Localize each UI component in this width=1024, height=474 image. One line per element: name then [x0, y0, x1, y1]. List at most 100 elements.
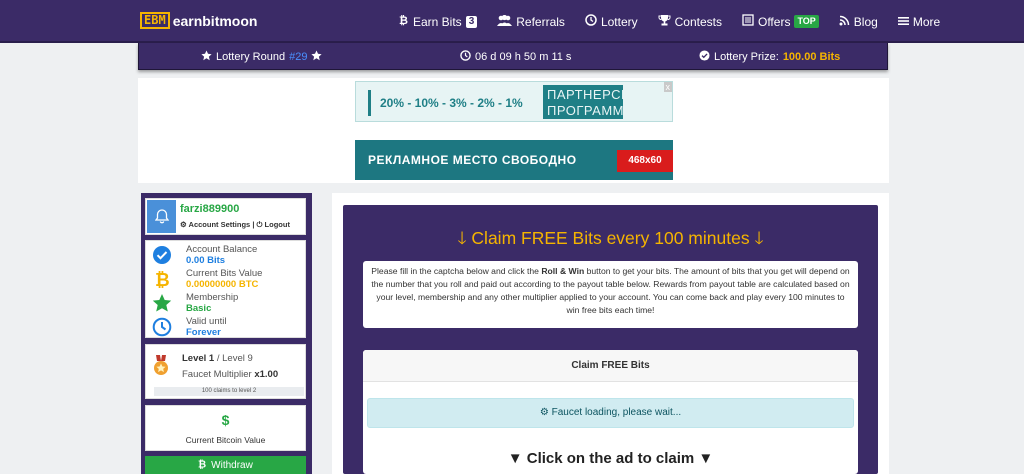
- bitcoin-icon: ₿: [198, 458, 207, 472]
- faucet-description: Please fill in the captcha below and cli…: [363, 261, 858, 328]
- nav-more[interactable]: More: [897, 14, 941, 29]
- multiplier-label: Faucet Multiplier: [182, 369, 252, 380]
- power-icon: ⏻: [256, 220, 263, 229]
- ad-close-icon[interactable]: x: [663, 82, 672, 92]
- medal-icon: [152, 355, 170, 382]
- account-settings-link[interactable]: Account Settings: [189, 220, 251, 229]
- stat-label: Account Balance: [186, 244, 258, 255]
- top-navbar: EBM earnbitmoon ₿ Earn Bits 3 Referrals …: [0, 0, 1024, 43]
- trophy-icon: [658, 14, 671, 29]
- nav-lottery-label: Lottery: [600, 14, 638, 29]
- level-max: / Level 9: [216, 353, 253, 364]
- logo-mark: EBM: [140, 12, 170, 29]
- nav-blog-label: Blog: [853, 14, 878, 29]
- banner-size-label: 468x60: [617, 150, 673, 172]
- claim-card-header: Claim FREE Bits: [363, 350, 858, 382]
- nav-more-label: More: [912, 14, 941, 29]
- clock-icon: [152, 317, 172, 337]
- nav-lottery[interactable]: Lottery: [585, 14, 638, 29]
- rss-icon: [839, 15, 850, 29]
- site-logo[interactable]: EBM earnbitmoon: [140, 12, 257, 29]
- multiplier-value: x1.00: [254, 369, 279, 380]
- main-nav: ₿ Earn Bits 3 Referrals Lottery Contests: [398, 14, 960, 29]
- account-stats-card: Account Balance 0.00 Bits ₿ Current Bits…: [145, 240, 306, 338]
- faucet-loading-text: Faucet loading, please wait...: [551, 407, 682, 418]
- lottery-bar: Lottery Round #29 06 d 09 h 50 m 11 s Lo…: [138, 43, 888, 70]
- lottery-round-number: #29: [289, 51, 308, 63]
- svg-text:₿: ₿: [198, 459, 206, 470]
- nav-referrals[interactable]: Referrals: [497, 14, 565, 29]
- nav-contests-label: Contests: [674, 14, 722, 29]
- stat-label: Membership: [186, 292, 239, 303]
- lottery-prize: Lottery Prize: 100.00 Bits: [699, 50, 840, 64]
- faucet-panel: 🡓 Claim FREE Bits every 100 minutes 🡓 Pl…: [343, 205, 878, 474]
- withdraw-button[interactable]: ₿ Withdraw: [145, 456, 306, 474]
- dollar-icon: $: [221, 412, 230, 428]
- lottery-round[interactable]: Lottery Round #29: [201, 50, 323, 64]
- stat-membership: Membership Basic: [150, 292, 305, 314]
- users-icon: [497, 14, 513, 29]
- bitcoin-icon: ₿: [152, 269, 172, 291]
- svg-text:₿: ₿: [399, 14, 408, 26]
- account-links: ⚙ Account Settings | ⏻ Logout: [180, 220, 290, 230]
- svg-text:₿: ₿: [155, 270, 170, 289]
- stat-value: Basic: [186, 303, 212, 314]
- logo-text: earnbitmoon: [172, 12, 258, 29]
- lottery-round-label: Lottery Round: [216, 51, 286, 63]
- clock-icon: [585, 14, 597, 29]
- bitcoin-icon: ₿: [398, 14, 409, 29]
- faucet-loading-alert: ⚙ Faucet loading, please wait...: [367, 398, 854, 428]
- banner-accent-bar: [368, 90, 371, 116]
- stat-value: 0.00000000 BTC: [186, 279, 259, 290]
- stat-valid-until: Valid until Forever: [150, 316, 305, 338]
- star-icon: [201, 50, 212, 64]
- stat-label: Current Bits Value: [186, 268, 263, 279]
- ad-banner-partner[interactable]: 20% - 10% - 3% - 2% - 1% ПАРТНЕРСКАЯ ПРО…: [355, 81, 673, 122]
- level-line: Level 1 / Level 9: [182, 353, 253, 364]
- star-icon: [311, 50, 323, 64]
- ad-banner-free-slot[interactable]: РЕКЛАМНОЕ МЕСТО СВОБОДНО 468x60: [355, 140, 673, 180]
- sidebar: farzi889900 ⚙ Account Settings | ⏻ Logou…: [141, 193, 312, 474]
- hamburger-icon: [897, 15, 909, 29]
- check-circle-icon: [152, 245, 172, 265]
- bitcoin-value-label: Current Bitcoin Value: [185, 435, 266, 445]
- desc-roll-win: Roll & Win: [541, 266, 585, 276]
- multiplier-line: Faucet Multiplier x1.00: [182, 369, 278, 380]
- arrow-down-icon: 🡓: [457, 228, 467, 248]
- clock-icon: [460, 50, 471, 64]
- stat-label: Valid until: [186, 316, 227, 327]
- link-separator: |: [252, 220, 255, 229]
- username[interactable]: farzi889900: [180, 203, 239, 215]
- banner-partner-tag: ПАРТНЕРСКАЯ ПРОГРАММА: [543, 85, 623, 119]
- bell-icon[interactable]: [147, 200, 176, 233]
- stat-value: Forever: [186, 327, 221, 338]
- offers-top-badge: TOP: [794, 15, 819, 28]
- lottery-prize-value: 100.00 Bits: [782, 51, 841, 63]
- lottery-prize-label: Lottery Prize:: [714, 51, 779, 63]
- nav-referrals-label: Referrals: [516, 14, 565, 29]
- stat-value: 0.00 Bits: [186, 255, 226, 266]
- nav-contests[interactable]: Contests: [658, 14, 722, 29]
- star-icon: [152, 293, 172, 313]
- lottery-timer: 06 d 09 h 50 m 11 s: [460, 50, 571, 64]
- bitcoin-value-card: $ Current Bitcoin Value: [145, 405, 306, 451]
- nav-offers[interactable]: Offers TOP: [742, 14, 819, 29]
- user-card: farzi889900 ⚙ Account Settings | ⏻ Logou…: [145, 198, 306, 235]
- nav-earn-bits[interactable]: ₿ Earn Bits 3: [398, 14, 478, 29]
- arrow-down-icon: 🡓: [754, 228, 764, 248]
- offers-icon: [742, 14, 754, 29]
- level-current: Level 1: [182, 353, 215, 364]
- banner-free-slot-text: РЕКЛАМНОЕ МЕСТО СВОБОДНО: [368, 153, 577, 167]
- check-circle-icon: [699, 50, 710, 64]
- banner-percent-text: 20% - 10% - 3% - 2% - 1%: [380, 96, 523, 110]
- claim-title: 🡓 Claim FREE Bits every 100 minutes 🡓: [343, 226, 878, 256]
- nav-earn-bits-label: Earn Bits: [413, 14, 462, 29]
- nav-blog[interactable]: Blog: [839, 14, 878, 29]
- logout-link[interactable]: Logout: [265, 220, 290, 229]
- stat-account-balance: Account Balance 0.00 Bits: [150, 244, 305, 266]
- click-ad-prompt: ▼ Click on the ad to claim ▼: [507, 450, 714, 467]
- desc-text-1: Please fill in the captcha below and cli…: [371, 266, 542, 276]
- lottery-timer-value: 06 d 09 h 50 m 11 s: [475, 51, 572, 63]
- gear-icon: ⚙: [180, 220, 187, 229]
- level-progress-bar: 100 claims to level 2: [154, 387, 304, 396]
